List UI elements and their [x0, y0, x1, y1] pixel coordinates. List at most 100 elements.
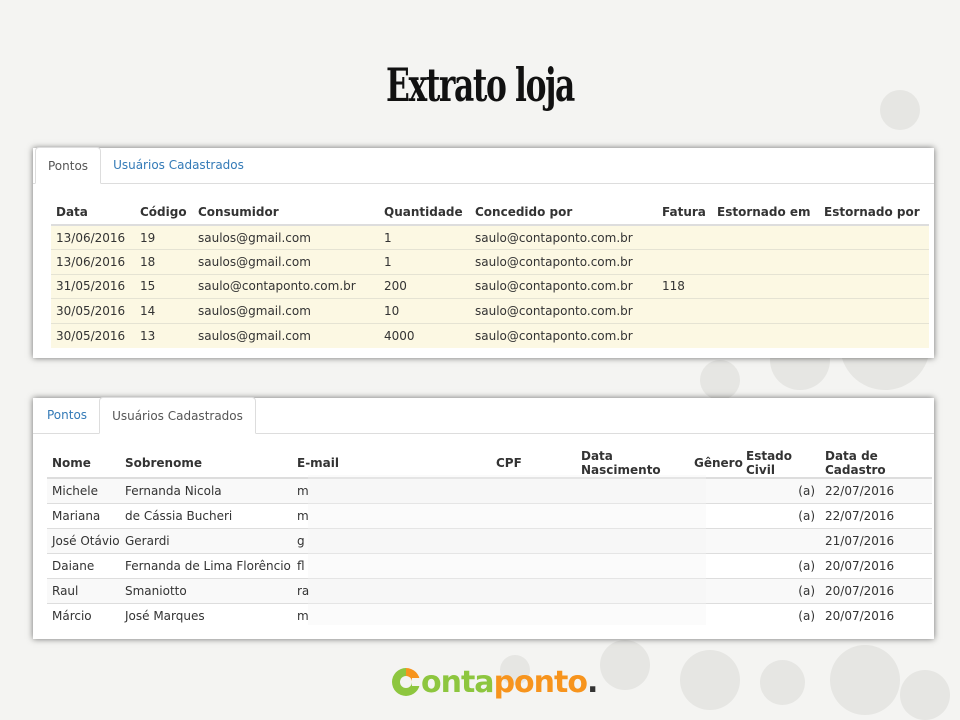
- column-header[interactable]: Gênero: [689, 449, 743, 479]
- table-cell: Smaniotto: [120, 577, 292, 603]
- tab-usuarios-cadastrados[interactable]: Usuários Cadastrados: [99, 397, 256, 434]
- tab-pontos[interactable]: Pontos: [35, 147, 102, 184]
- background-dot: [700, 360, 740, 400]
- table-cell: Márcio: [47, 602, 120, 628]
- table-row[interactable]: 30/05/2016 14 saulos@gmail.com 10 saulo@…: [51, 298, 929, 324]
- table-cell: [657, 298, 712, 324]
- table-cell: (a): [741, 552, 820, 578]
- table-cell: 22/07/2016: [820, 502, 932, 528]
- tab-bar: Pontos Usuários Cadastrados: [33, 397, 934, 434]
- table-cell: [712, 298, 819, 324]
- column-header[interactable]: Consumidor: [193, 200, 379, 226]
- tab-usuarios-cadastrados[interactable]: Usuários Cadastrados: [101, 147, 256, 183]
- column-header[interactable]: E-mail: [292, 449, 491, 479]
- table-cell: 31/05/2016: [51, 273, 135, 299]
- table-row[interactable]: 31/05/2016 15 saulo@contaponto.com.br 20…: [51, 273, 929, 299]
- background-dot: [680, 650, 740, 710]
- table-cell: [712, 224, 819, 250]
- table-cell: [819, 273, 929, 299]
- background-dot: [600, 640, 650, 690]
- column-header[interactable]: Estado Civil: [741, 449, 820, 479]
- table-cell: saulo@contaponto.com.br: [193, 273, 379, 299]
- column-header[interactable]: Fatura: [657, 200, 712, 226]
- table-cell: [819, 322, 929, 348]
- table-cell: [657, 224, 712, 250]
- table-cell: 22/07/2016: [820, 477, 932, 503]
- table-cell: 13/06/2016: [51, 224, 135, 250]
- table-row[interactable]: 30/05/2016 13 saulos@gmail.com 4000 saul…: [51, 322, 929, 348]
- table-cell: 200: [379, 273, 470, 299]
- table-cell: Daiane: [47, 552, 120, 578]
- table-cell: 30/05/2016: [51, 322, 135, 348]
- background-dot: [830, 645, 900, 715]
- table-cell: 21/07/2016: [820, 527, 932, 553]
- logo-text-conta: onta: [421, 664, 495, 700]
- background-dot: [900, 670, 950, 720]
- table-cell: (a): [741, 502, 820, 528]
- table-cell: Fernanda Nicola: [120, 477, 292, 503]
- table-cell: 30/05/2016: [51, 298, 135, 324]
- table-cell: saulo@contaponto.com.br: [470, 322, 657, 348]
- table-cell: 20/07/2016: [820, 552, 932, 578]
- usuarios-panel: Pontos Usuários Cadastrados Nome Sobreno…: [33, 397, 934, 639]
- table-cell: saulos@gmail.com: [193, 298, 379, 324]
- column-header[interactable]: Estornado em: [712, 200, 819, 226]
- table-cell: saulo@contaponto.com.br: [470, 249, 657, 275]
- table-cell: Mariana: [47, 502, 120, 528]
- table-cell: 1: [379, 249, 470, 275]
- table-cell: (a): [741, 477, 820, 503]
- table-cell: 18: [135, 249, 193, 275]
- table-cell: [657, 322, 712, 348]
- table-cell: [819, 224, 929, 250]
- table-cell: 1: [379, 224, 470, 250]
- table-cell: 15: [135, 273, 193, 299]
- column-header[interactable]: Estornado por: [819, 200, 929, 226]
- column-header[interactable]: Data Nascimento: [576, 449, 689, 479]
- table-header-row: Nome Sobrenome E-mail CPF Data Nasciment…: [47, 449, 932, 479]
- pontos-table: Data Código Consumidor Quantidade Conced…: [51, 200, 929, 348]
- table-cell: [741, 527, 820, 553]
- table-cell: 20/07/2016: [820, 577, 932, 603]
- table-cell: saulo@contaponto.com.br: [470, 298, 657, 324]
- column-header[interactable]: Data de Cadastro: [820, 449, 932, 479]
- logo-dot: .: [586, 664, 598, 700]
- table-cell: 13: [135, 322, 193, 348]
- background-dot: [760, 660, 805, 705]
- table-cell: [712, 273, 819, 299]
- column-header[interactable]: Nome: [47, 449, 120, 479]
- table-cell: saulo@contaponto.com.br: [470, 224, 657, 250]
- table-cell: 4000: [379, 322, 470, 348]
- table-cell: José Otávio: [47, 527, 120, 553]
- table-row[interactable]: 13/06/2016 19 saulos@gmail.com 1 saulo@c…: [51, 224, 929, 250]
- table-cell: de Cássia Bucheri: [120, 502, 292, 528]
- column-header[interactable]: Sobrenome: [120, 449, 292, 479]
- table-cell: (a): [741, 602, 820, 628]
- column-header[interactable]: Concedido por: [470, 200, 657, 226]
- table-cell: [819, 298, 929, 324]
- table-cell: [657, 249, 712, 275]
- table-cell: José Marques: [120, 602, 292, 628]
- logo-c-icon: [392, 668, 422, 696]
- column-header[interactable]: Código: [135, 200, 193, 226]
- column-header[interactable]: Quantidade: [379, 200, 470, 226]
- table-row[interactable]: 13/06/2016 18 saulos@gmail.com 1 saulo@c…: [51, 249, 929, 275]
- table-cell: 20/07/2016: [820, 602, 932, 628]
- table-cell: 10: [379, 298, 470, 324]
- pontos-panel: Pontos Usuários Cadastrados Data Código …: [33, 147, 934, 358]
- table-cell: Raul: [47, 577, 120, 603]
- tab-pontos[interactable]: Pontos: [35, 397, 99, 433]
- table-cell: [712, 249, 819, 275]
- table-cell: (a): [741, 577, 820, 603]
- redacted-area: [308, 475, 706, 625]
- column-header[interactable]: CPF: [491, 449, 576, 479]
- table-cell: saulos@gmail.com: [193, 224, 379, 250]
- table-cell: saulo@contaponto.com.br: [470, 273, 657, 299]
- table-cell: saulos@gmail.com: [193, 322, 379, 348]
- tab-bar: Pontos Usuários Cadastrados: [33, 147, 934, 184]
- table-cell: 14: [135, 298, 193, 324]
- table-cell: Gerardi: [120, 527, 292, 553]
- table-cell: 118: [657, 273, 712, 299]
- column-header[interactable]: Data: [51, 200, 135, 226]
- background-dot: [880, 90, 920, 130]
- slide-title: Extrato loja: [386, 58, 575, 112]
